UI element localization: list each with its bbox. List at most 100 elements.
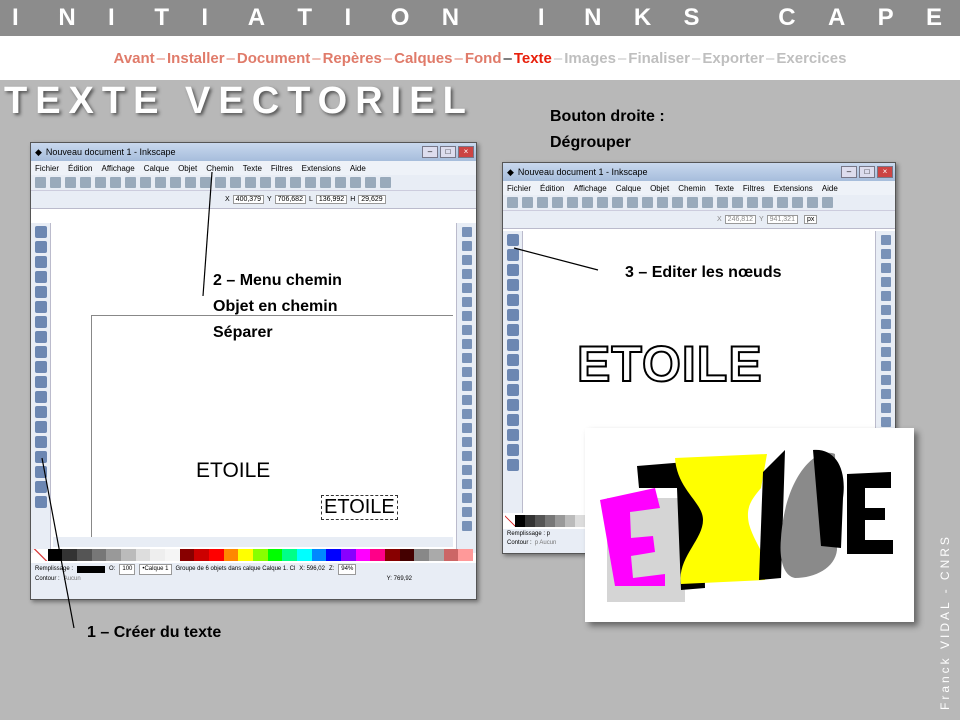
snap-icon[interactable]	[462, 409, 472, 419]
menu-item[interactable]: Extensions	[302, 164, 341, 173]
toolbar-button-icon[interactable]	[822, 197, 833, 208]
tool-icon[interactable]	[35, 496, 47, 508]
tool-icon[interactable]	[35, 301, 47, 313]
snap-icon[interactable]	[462, 255, 472, 265]
toolbar-button-icon[interactable]	[50, 177, 61, 188]
tool-icon[interactable]	[507, 369, 519, 381]
snap-icon[interactable]	[462, 479, 472, 489]
toolbar-button-icon[interactable]	[260, 177, 271, 188]
toolbar-button-icon[interactable]	[140, 177, 151, 188]
toolbar-button-icon[interactable]	[215, 177, 226, 188]
palette-swatch[interactable]	[267, 549, 283, 561]
menu-item[interactable]: Texte	[715, 184, 734, 193]
nav-item-finaliser[interactable]: Finaliser	[628, 50, 690, 67]
palette-swatch[interactable]	[458, 549, 474, 561]
palette-swatch[interactable]	[414, 549, 430, 561]
nav-item-installer[interactable]: Installer	[167, 50, 225, 67]
toolbar-button-icon[interactable]	[657, 197, 668, 208]
maximize-icon[interactable]: □	[859, 166, 875, 178]
menu-item[interactable]: Objet	[178, 164, 197, 173]
palette-swatch[interactable]	[385, 549, 400, 561]
maximize-icon[interactable]: □	[440, 146, 456, 158]
menu-item[interactable]: Affichage	[573, 184, 606, 193]
tool-icon[interactable]	[507, 279, 519, 291]
snap-icon[interactable]	[462, 353, 472, 363]
nav-item-images[interactable]: Images	[564, 50, 616, 67]
palette-swatch[interactable]	[47, 549, 63, 561]
snap-icon[interactable]	[462, 311, 472, 321]
palette-swatch[interactable]	[179, 549, 195, 561]
toolbar-button-icon[interactable]	[380, 177, 391, 188]
nav-item-exercices[interactable]: Exercices	[776, 50, 846, 67]
palette-swatch[interactable]	[399, 549, 415, 561]
menu-item[interactable]: Texte	[243, 164, 262, 173]
y-field[interactable]: 941,321	[766, 215, 798, 224]
tool-icon[interactable]	[35, 436, 47, 448]
menu-item[interactable]: Objet	[650, 184, 669, 193]
toolbar-button-icon[interactable]	[305, 177, 316, 188]
tool-icon[interactable]	[35, 361, 47, 373]
tool-icon[interactable]	[507, 354, 519, 366]
toolbar-button-icon[interactable]	[762, 197, 773, 208]
toolbar-button-icon[interactable]	[95, 177, 106, 188]
snap-icon[interactable]	[881, 333, 891, 343]
tool-icon[interactable]	[35, 391, 47, 403]
menu-item[interactable]: Chemin	[678, 184, 706, 193]
snap-icon[interactable]	[462, 423, 472, 433]
toolbar-button-icon[interactable]	[110, 177, 121, 188]
toolbar-button-icon[interactable]	[567, 197, 578, 208]
toolbar-button-icon[interactable]	[582, 197, 593, 208]
snap-icon[interactable]	[462, 493, 472, 503]
tool-icon[interactable]	[35, 286, 47, 298]
unit-select[interactable]: px	[803, 215, 818, 224]
snap-icon[interactable]	[462, 297, 472, 307]
tool-icon[interactable]	[507, 294, 519, 306]
snap-icon[interactable]	[462, 437, 472, 447]
close-icon[interactable]: ×	[877, 166, 893, 178]
tool-icon[interactable]	[507, 324, 519, 336]
palette-swatch[interactable]	[370, 549, 386, 561]
toolbar-button-icon[interactable]	[335, 177, 346, 188]
snap-icon[interactable]	[462, 339, 472, 349]
menu-item[interactable]: Aide	[350, 164, 366, 173]
palette-swatch[interactable]	[341, 549, 356, 561]
x-field[interactable]: 246,812	[724, 215, 756, 224]
toolbar-button-icon[interactable]	[125, 177, 136, 188]
menu-item[interactable]: Édition	[68, 164, 92, 173]
tool-icon[interactable]	[507, 459, 519, 471]
snap-icon[interactable]	[462, 381, 472, 391]
palette-swatch[interactable]	[121, 549, 136, 561]
palette-swatch[interactable]	[150, 549, 166, 561]
y-field[interactable]: 706,682	[274, 195, 306, 204]
toolbar-button-icon[interactable]	[747, 197, 758, 208]
zoom-field[interactable]: 94%	[338, 564, 357, 575]
nav-item-fond[interactable]: Fond	[465, 50, 502, 67]
palette-swatch[interactable]	[555, 515, 565, 527]
toolbar-button-icon[interactable]	[155, 177, 166, 188]
tool-icon[interactable]	[35, 421, 47, 433]
menu-item[interactable]: Filtres	[743, 184, 765, 193]
toolbar-button-icon[interactable]	[245, 177, 256, 188]
palette-swatch[interactable]	[355, 549, 371, 561]
toolbar-button-icon[interactable]	[350, 177, 361, 188]
palette-swatch[interactable]	[194, 549, 210, 561]
palette-swatch[interactable]	[443, 549, 459, 561]
tool-icon[interactable]	[507, 264, 519, 276]
palette-swatch[interactable]	[135, 549, 151, 561]
palette-swatch[interactable]	[505, 515, 515, 527]
nav-item-texte[interactable]: Texte	[514, 50, 552, 67]
palette-swatch[interactable]	[77, 549, 92, 561]
toolbar-button-icon[interactable]	[185, 177, 196, 188]
snap-icon[interactable]	[462, 269, 472, 279]
toolbar-button-icon[interactable]	[807, 197, 818, 208]
toolbar-button-icon[interactable]	[522, 197, 533, 208]
toolbar-button-icon[interactable]	[612, 197, 623, 208]
palette-swatch[interactable]	[535, 515, 545, 527]
canvas-text-selected[interactable]: ETOILE	[321, 495, 398, 520]
snap-icon[interactable]	[881, 417, 891, 427]
menu-item[interactable]: Filtres	[271, 164, 293, 173]
tool-icon[interactable]	[35, 466, 47, 478]
nav-item-exporter[interactable]: Exporter	[702, 50, 764, 67]
palette-swatch[interactable]	[575, 515, 585, 527]
toolbar-button-icon[interactable]	[672, 197, 683, 208]
